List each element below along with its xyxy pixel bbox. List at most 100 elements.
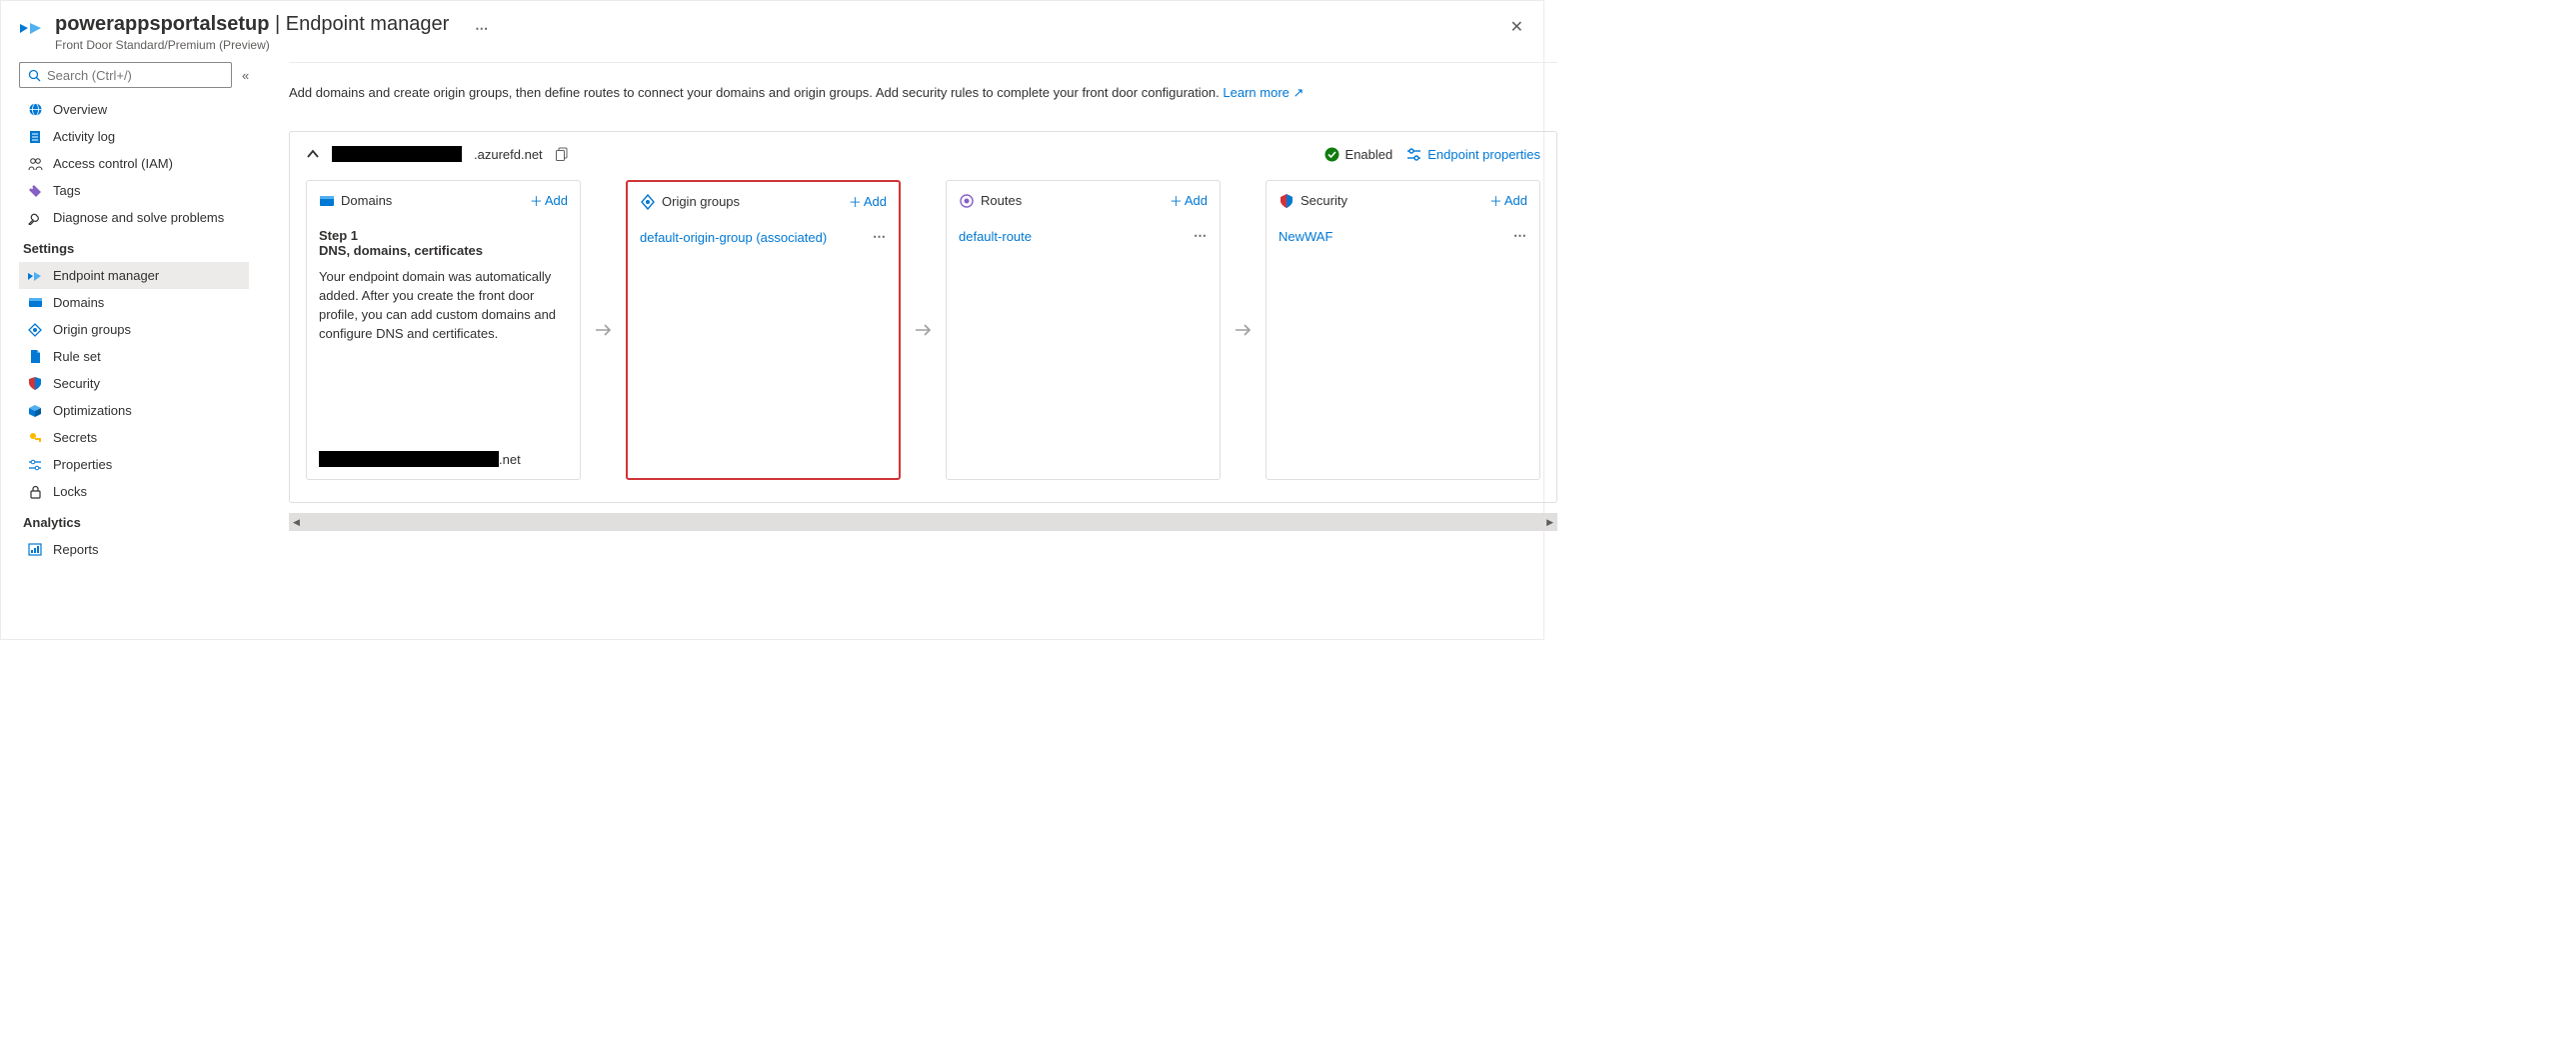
copy-icon[interactable] — [555, 147, 569, 161]
sidebar-item-diagnose-and-solve-problems[interactable]: Diagnose and solve problems — [19, 204, 249, 231]
endpoint-header: .azurefd.net Enabled Endpoint properties — [306, 146, 1540, 162]
endpoint-properties-link[interactable]: Endpoint properties — [1406, 147, 1540, 162]
report-blue-icon — [27, 543, 43, 556]
route-link[interactable]: default-route — [959, 229, 1032, 244]
nav-top: Overview Activity log Access control (IAM)… — [19, 96, 249, 231]
page-header: powerappsportalsetup | Endpoint manager … — [19, 13, 1525, 52]
sidebar-item-label: Properties — [53, 457, 112, 472]
host-suffix: .azurefd.net — [474, 147, 543, 162]
sidebar-item-label: Security — [53, 376, 100, 391]
sidebar-item-label: Optimizations — [53, 403, 132, 418]
sidebar-item-endpoint-manager[interactable]: Endpoint manager — [19, 262, 249, 289]
tile-domains: Domains ＋Add Step 1 DNS, domains, certif… — [306, 180, 581, 480]
search-input[interactable] — [47, 68, 223, 83]
routes-tile-icon — [959, 193, 975, 209]
sidebar-item-label: Diagnose and solve problems — [53, 210, 224, 225]
nav-section-settings: Settings — [19, 231, 249, 262]
arrow-right-icon — [595, 323, 613, 337]
tile-security: Security ＋Add NewWAF ⋯ — [1266, 180, 1540, 480]
sidebar-item-origin-groups[interactable]: Origin groups — [19, 316, 249, 343]
sidebar-item-secrets[interactable]: Secrets — [19, 424, 249, 451]
plus-icon: ＋ — [1170, 191, 1183, 210]
chevron-up-icon[interactable] — [306, 147, 320, 161]
settings-sliders-icon — [1406, 148, 1421, 161]
nav-analytics: Reports — [19, 536, 249, 563]
add-security-button[interactable]: ＋Add — [1489, 191, 1527, 210]
plus-icon: ＋ — [530, 191, 543, 210]
description-bar: Add domains and create origin groups, th… — [289, 62, 1557, 117]
domain-entry: .net — [307, 443, 580, 479]
search-input-container[interactable] — [19, 62, 232, 88]
security-tile-icon — [1279, 193, 1294, 209]
item-more-icon[interactable]: ⋯ — [873, 229, 887, 245]
tiles-row: Domains ＋Add Step 1 DNS, domains, certif… — [306, 180, 1540, 480]
sidebar-item-label: Access control (IAM) — [53, 156, 173, 171]
security-policy-link[interactable]: NewWAF — [1279, 229, 1332, 244]
close-icon[interactable]: ✕ — [1510, 17, 1523, 37]
front-door-logo-icon — [19, 19, 45, 37]
item-more-icon[interactable]: ⋯ — [1513, 228, 1527, 244]
sidebar-item-tags[interactable]: Tags — [19, 177, 249, 204]
redacted-hostname — [332, 146, 462, 162]
plus-icon: ＋ — [849, 192, 862, 211]
wrench-icon — [27, 211, 43, 225]
nav-section-analytics: Analytics — [19, 505, 249, 536]
sidebar-item-optimizations[interactable]: Optimizations — [19, 397, 249, 424]
learn-more-link[interactable]: Learn more ↗ — [1223, 85, 1303, 100]
sidebar-item-label: Tags — [53, 183, 80, 198]
origin-group-link[interactable]: default-origin-group (associated) — [640, 230, 827, 245]
sidebar-item-security[interactable]: Security — [19, 370, 249, 397]
shield-multi-icon — [27, 376, 43, 391]
tile-title: Origin groups — [662, 194, 740, 209]
external-link-icon: ↗ — [1293, 85, 1304, 100]
sidebar-item-label: Secrets — [53, 430, 97, 445]
sidebar-item-overview[interactable]: Overview — [19, 96, 249, 123]
horizontal-scrollbar[interactable] — [289, 513, 1557, 531]
step-label: Step 1 — [319, 228, 568, 243]
item-more-icon[interactable]: ⋯ — [1194, 228, 1208, 244]
sidebar-item-domains[interactable]: Domains — [19, 289, 249, 316]
sidebar-item-locks[interactable]: Locks — [19, 478, 249, 505]
sidebar-item-access-control-iam-[interactable]: Access control (IAM) — [19, 150, 249, 177]
endpoint-status: Enabled — [1324, 147, 1393, 162]
sidebar-item-label: Origin groups — [53, 322, 131, 337]
card-blue-icon — [27, 296, 43, 309]
sidebar-item-label: Overview — [53, 102, 107, 117]
origin-groups-tile-icon — [640, 194, 656, 210]
log-blue-icon — [27, 130, 43, 144]
add-origin-group-button[interactable]: ＋Add — [849, 192, 887, 211]
globe-blue-icon — [27, 102, 43, 117]
tag-purple-icon — [27, 184, 43, 198]
endpoint-card: .azurefd.net Enabled Endpoint properties — [289, 131, 1557, 503]
add-domain-button[interactable]: ＋Add — [530, 191, 568, 210]
sidebar-item-label: Domains — [53, 295, 104, 310]
fd-logo-small-icon — [27, 270, 43, 282]
main-content: Add domains and create origin groups, th… — [249, 62, 1557, 563]
tile-title: Routes — [981, 193, 1022, 208]
header-more-icon[interactable]: ⋯ — [475, 21, 488, 37]
list-item: default-route ⋯ — [959, 228, 1208, 248]
sidebar-item-activity-log[interactable]: Activity log — [19, 123, 249, 150]
sidebar-item-properties[interactable]: Properties — [19, 451, 249, 478]
sliders-icon — [27, 459, 43, 471]
page-title: powerappsportalsetup | Endpoint manager — [55, 13, 449, 36]
domains-tile-icon — [319, 194, 335, 208]
arrow-right-icon — [915, 323, 933, 337]
sidebar-item-label: Rule set — [53, 349, 101, 364]
sidebar-item-label: Reports — [53, 542, 99, 557]
people-icon — [27, 157, 43, 171]
sidebar-item-reports[interactable]: Reports — [19, 536, 249, 563]
check-circle-icon — [1324, 147, 1339, 162]
sidebar: « OverviewActivity logAccess control (IA… — [19, 62, 249, 563]
tile-title: Security — [1300, 193, 1347, 208]
add-route-button[interactable]: ＋Add — [1170, 191, 1208, 210]
redacted-domain — [319, 451, 499, 467]
lock-icon — [27, 485, 43, 499]
step-description: Your endpoint domain was automatically a… — [319, 268, 568, 343]
page-subtitle: Front Door Standard/Premium (Preview) — [55, 38, 449, 52]
sidebar-item-label: Locks — [53, 484, 87, 499]
sidebar-item-rule-set[interactable]: Rule set — [19, 343, 249, 370]
key-yellow-icon — [27, 431, 43, 445]
list-item: NewWAF ⋯ — [1279, 228, 1527, 248]
arrow-right-icon — [1235, 323, 1253, 337]
